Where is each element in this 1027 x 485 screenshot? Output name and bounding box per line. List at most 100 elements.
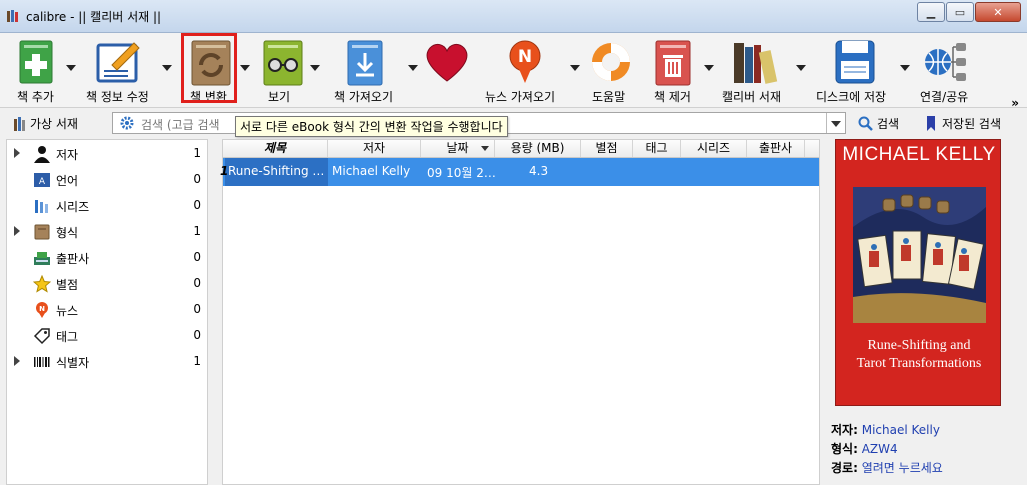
tag-category-languages[interactable]: A 언어 0	[7, 168, 207, 190]
column-header-publisher[interactable]: 출판사	[747, 140, 805, 157]
column-header-title[interactable]: 제목	[223, 140, 328, 157]
language-icon: A	[34, 173, 50, 187]
help-lifebuoy-icon	[592, 43, 630, 81]
save-to-disk-dropdown[interactable]	[900, 65, 910, 71]
tag-category-count: 0	[193, 328, 201, 342]
fetch-news-label: 뉴스 가져오기	[485, 90, 556, 104]
book-cover[interactable]: MICHAEL KELLY Rune-Shifting and Tarot Tr…	[835, 139, 1001, 406]
tag-category-authors[interactable]: 저자 1	[7, 142, 207, 164]
person-icon	[34, 146, 50, 163]
add-book-dropdown[interactable]	[66, 65, 76, 71]
tag-category-news[interactable]: N 뉴스 0	[7, 298, 207, 320]
window-title: calibre - || 캘리버 서재 ||	[26, 10, 162, 24]
tag-icon	[33, 328, 50, 345]
tag-category-count: 0	[193, 276, 201, 290]
fetch-news-button[interactable]: N 뉴스 가져오기	[478, 33, 580, 107]
get-books-icon	[347, 40, 383, 86]
detail-format-link[interactable]: AZW4	[862, 442, 898, 456]
column-header-date[interactable]: 날짜	[421, 140, 495, 157]
tag-category-label: 저자	[56, 148, 79, 162]
expand-arrow-icon[interactable]	[14, 356, 20, 366]
view-dropdown[interactable]	[310, 65, 320, 71]
column-header-tags[interactable]: 태그	[633, 140, 681, 157]
virtual-library-button[interactable]: 가상 서재	[14, 115, 78, 132]
detail-format-label: 형식:	[831, 442, 858, 456]
calibre-library-dropdown[interactable]	[796, 65, 806, 71]
tag-category-label: 형식	[56, 226, 79, 240]
column-header-author[interactable]: 저자	[328, 140, 421, 157]
edit-metadata-label: 책 정보 수정	[86, 90, 149, 104]
panel-splitter[interactable]	[210, 139, 220, 485]
tag-category-label: 식별자	[56, 356, 90, 370]
bookmark-icon	[927, 115, 935, 131]
tag-category-label: 언어	[56, 174, 79, 188]
save-to-disk-button[interactable]: 디스크에 저장	[814, 33, 910, 107]
tag-category-rating[interactable]: 별점 0	[7, 272, 207, 294]
detail-author-link[interactable]: Michael Kelly	[862, 423, 940, 437]
book-title-cell: Rune-Shifting …	[228, 164, 325, 178]
view-button[interactable]: 보기	[256, 33, 324, 107]
add-book-label: 책 추가	[17, 90, 54, 104]
convert-tooltip: 서로 다른 eBook 형식 간의 변환 작업을 수행합니다	[235, 116, 508, 137]
book-size-cell: 4.3	[529, 164, 549, 178]
remove-books-label: 책 제거	[654, 90, 691, 104]
tag-category-label: 시리즈	[56, 200, 90, 214]
edit-metadata-button[interactable]: 책 정보 수정	[86, 33, 178, 107]
column-header-size[interactable]: 용량 (MB)	[495, 140, 581, 157]
column-header-series[interactable]: 시리즈	[681, 140, 747, 157]
expand-arrow-icon[interactable]	[14, 148, 20, 158]
get-books-button[interactable]: 책 가져오기	[328, 33, 420, 107]
search-placeholder: 검색 (고급 검색	[141, 118, 220, 132]
detail-path-row: 경로: 열려면 누르세요	[831, 459, 943, 476]
search-icon	[858, 116, 873, 131]
svg-text:A: A	[39, 177, 46, 187]
cover-author-text: MICHAEL KELLY	[842, 144, 996, 165]
virtual-library-label: 가상 서재	[30, 117, 78, 131]
close-button[interactable]: ✕	[975, 2, 1021, 22]
add-book-button[interactable]: 책 추가	[10, 33, 80, 107]
remove-books-button[interactable]: 책 제거	[648, 33, 716, 107]
edit-metadata-icon	[96, 42, 140, 83]
edit-metadata-dropdown[interactable]	[162, 65, 172, 71]
tag-category-tags[interactable]: 태그 0	[7, 324, 207, 346]
tag-category-label: 별점	[56, 278, 79, 292]
star-icon	[33, 275, 51, 293]
column-header-rating[interactable]: 별점	[581, 140, 633, 157]
help-button[interactable]: 도움말	[584, 33, 640, 107]
convert-books-dropdown[interactable]	[240, 65, 250, 71]
calibre-library-icon	[734, 43, 778, 84]
saved-search-button[interactable]: 저장된 검색	[926, 115, 1001, 132]
minimize-button[interactable]: ▁	[917, 2, 945, 22]
gear-icon[interactable]	[120, 116, 134, 130]
detail-author-label: 저자:	[831, 423, 858, 437]
book-list-header: 제목 저자 날짜 용량 (MB) 별점 태그 시리즈 출판사	[223, 140, 819, 158]
tag-category-series[interactable]: 시리즈 0	[7, 194, 207, 216]
calibre-library-button[interactable]: 캘리버 서재	[720, 33, 812, 107]
tag-category-identifiers[interactable]: 식별자 1	[7, 350, 207, 372]
remove-books-dropdown[interactable]	[704, 65, 714, 71]
detail-path-link[interactable]: 열려면 누르세요	[862, 461, 943, 475]
calibre-library-label: 캘리버 서재	[722, 90, 782, 104]
cover-title-line-1: Rune-Shifting and	[867, 338, 971, 353]
tag-category-publishers[interactable]: 출판사 0	[7, 246, 207, 268]
table-row[interactable]: 1 Rune-Shifting … Michael Kelly 09 10월 2…	[220, 158, 819, 186]
search-history-dropdown[interactable]	[826, 113, 845, 133]
calibre-window: calibre - || 캘리버 서재 || ▁ ▭ ✕ 책 추가 책 정보 수…	[0, 0, 1027, 485]
tag-category-count: 0	[193, 172, 201, 186]
convert-highlight-box	[181, 33, 237, 103]
maximize-button[interactable]: ▭	[946, 2, 974, 22]
search-button[interactable]: 검색	[858, 115, 899, 132]
fetch-news-dropdown[interactable]	[570, 65, 580, 71]
donate-button[interactable]	[420, 33, 476, 107]
book-details-panel: MICHAEL KELLY Rune-Shifting and Tarot Tr…	[823, 139, 1027, 485]
tag-category-label: 출판사	[56, 252, 90, 266]
tag-category-formats[interactable]: 형식 1	[7, 220, 207, 242]
get-books-dropdown[interactable]	[408, 65, 418, 71]
expand-arrow-icon[interactable]	[14, 226, 20, 236]
svg-text:N: N	[39, 305, 45, 313]
connect-share-button[interactable]: 연결/공유	[916, 33, 986, 107]
detail-path-label: 경로:	[831, 461, 858, 475]
fetch-news-icon: N	[509, 40, 541, 83]
tag-category-count: 1	[193, 354, 201, 368]
book-date-cell: 09 10월 2…	[427, 166, 495, 180]
